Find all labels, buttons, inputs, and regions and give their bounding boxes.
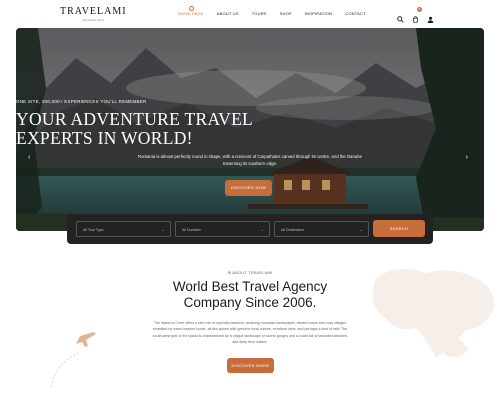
logo-tagline: adventure Tour bbox=[82, 18, 104, 22]
hero-title: YOUR ADVENTURE TRAVEL EXPERTS IN WORLD! bbox=[16, 110, 484, 148]
hero-title-line2: EXPERTS IN WORLD! bbox=[16, 128, 193, 148]
tour-type-value: All Tour Type bbox=[83, 228, 104, 232]
hero-title-line1: YOUR ADVENTURE TRAVEL bbox=[16, 109, 254, 129]
about-description: The island of Crete offers a rare mix of… bbox=[152, 321, 348, 344]
nav-home[interactable]: HOME PAGE bbox=[178, 6, 204, 16]
duration-select[interactable]: All Duration ⌄ bbox=[175, 221, 270, 237]
nav-contact[interactable]: CONTACT bbox=[345, 11, 365, 16]
nav-tours[interactable]: TOURS bbox=[252, 11, 267, 16]
destination-value: All Destination bbox=[281, 228, 304, 232]
hero-slider: ONE SITE, 300,000+ EXPERIENCES YOU'LL RE… bbox=[16, 28, 484, 231]
chevron-down-icon: ⌄ bbox=[161, 227, 165, 232]
logo-text: TRAVELAMI bbox=[60, 6, 127, 17]
destination-select[interactable]: All Destination ⌄ bbox=[274, 221, 369, 237]
main-nav: HOME PAGE ABOUT US TOURS SHOP INSPIRATIO… bbox=[178, 6, 379, 16]
airplane-icon bbox=[50, 332, 96, 388]
header-icons: 0 bbox=[397, 7, 434, 23]
nav-inspiration[interactable]: INSPIRATION bbox=[305, 11, 332, 16]
chevron-down-icon: ⌄ bbox=[260, 227, 264, 232]
nav-about[interactable]: ABOUT US bbox=[217, 11, 239, 16]
slider-prev-icon[interactable]: ‹ bbox=[28, 154, 30, 161]
logo[interactable]: TRAVELAMI adventure Tour bbox=[60, 6, 127, 22]
tour-search-bar: All Tour Type ⌄ All Duration ⌄ All Desti… bbox=[67, 214, 433, 244]
discover-now-button[interactable]: DISCOVER NOW bbox=[225, 180, 272, 196]
cart-count-badge: 0 bbox=[417, 7, 422, 12]
duration-value: All Duration bbox=[182, 228, 201, 232]
user-icon[interactable] bbox=[427, 10, 434, 23]
about-kicker-text: ABOUT TRAVELAMI bbox=[232, 270, 273, 275]
about-title: World Best Travel Agency Company Since 2… bbox=[0, 279, 500, 311]
slider-next-icon[interactable]: › bbox=[466, 154, 468, 161]
hero-description: Romania is almost perfectly round in sha… bbox=[137, 154, 363, 166]
chevron-down-icon: ⌄ bbox=[359, 227, 363, 232]
about-kicker: ⊕ ABOUT TRAVELAMI bbox=[0, 270, 500, 275]
about-title-line1: World Best Travel Agency bbox=[172, 279, 328, 294]
tour-type-select[interactable]: All Tour Type ⌄ bbox=[76, 221, 171, 237]
about-title-line2: Company Since 2006. bbox=[183, 295, 317, 310]
cart-icon[interactable]: 0 bbox=[412, 7, 422, 23]
hero-kicker: ONE SITE, 300,000+ EXPERIENCES YOU'LL RE… bbox=[16, 99, 147, 104]
site-header: TRAVELAMI adventure Tour HOME PAGE ABOUT… bbox=[0, 0, 500, 28]
discover-more-button[interactable]: DISCOVER MORE bbox=[227, 358, 274, 373]
search-button[interactable]: SEARCH bbox=[373, 220, 425, 237]
search-icon[interactable] bbox=[397, 10, 404, 23]
nav-shop[interactable]: SHOP bbox=[280, 11, 292, 16]
